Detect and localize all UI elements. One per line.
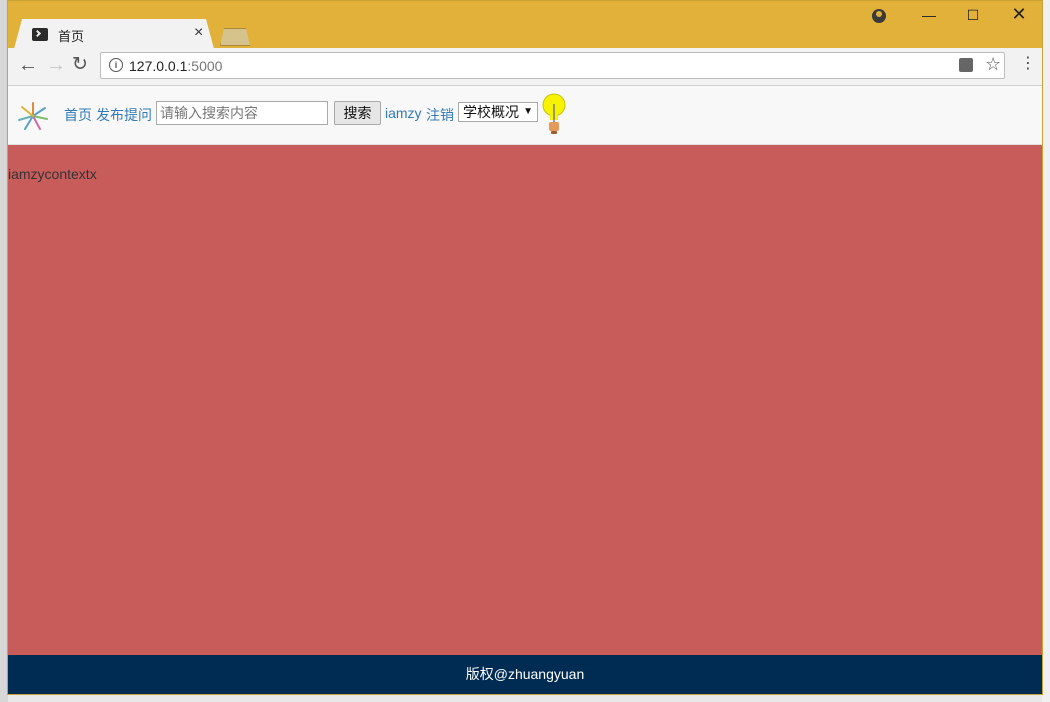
- school-overview-select[interactable]: 学校概况 ▼: [458, 102, 538, 122]
- browser-window: 首页 × — ☐ ✕ ← → ↻ i 127.0.0.1:5000 ☆ ⋮ 首页…: [7, 0, 1043, 695]
- dropdown-arrow-icon: ▼: [523, 106, 533, 117]
- forward-arrow-icon[interactable]: →: [46, 55, 66, 75]
- browser-toolbar: ← → ↻ i 127.0.0.1:5000 ☆ ⋮: [8, 48, 1042, 86]
- back-arrow-icon[interactable]: ←: [18, 55, 38, 75]
- main-text: iamzycontextx: [8, 166, 97, 182]
- nav-link-ask[interactable]: 发布提问: [96, 105, 152, 125]
- address-bar[interactable]: i 127.0.0.1:5000 ☆: [100, 52, 1005, 79]
- close-tab-icon[interactable]: ×: [194, 24, 203, 42]
- site-footer: 版权@zhuangyuan: [8, 655, 1042, 694]
- minimize-button[interactable]: —: [906, 7, 952, 23]
- translate-icon[interactable]: [959, 58, 973, 72]
- nav-link-user[interactable]: iamzy: [385, 105, 422, 121]
- page-content: 首页 发布提问 搜索 iamzy 注销 学校概况 ▼ iamzycontextx…: [8, 86, 1042, 694]
- search-input[interactable]: [156, 101, 328, 125]
- copyright-text: 版权@zhuangyuan: [465, 666, 585, 682]
- close-window-button[interactable]: ✕: [996, 4, 1042, 25]
- info-icon[interactable]: i: [109, 58, 123, 72]
- desktop-background-right: [1042, 0, 1050, 702]
- tab-title: 首页: [58, 29, 85, 44]
- site-logo-icon[interactable]: [16, 100, 50, 132]
- url-port: :5000: [187, 58, 223, 74]
- url-text: 127.0.0.1:5000: [129, 58, 222, 74]
- light-bulb-icon[interactable]: [541, 92, 567, 136]
- nav-link-logout[interactable]: 注销: [426, 105, 454, 125]
- reload-icon[interactable]: ↻: [72, 55, 88, 75]
- title-bar: 首页 × — ☐ ✕: [8, 1, 1042, 49]
- bookmark-star-icon[interactable]: ☆: [985, 54, 1001, 75]
- new-tab-button[interactable]: [220, 28, 250, 46]
- site-navbar: 首页 发布提问 搜索 iamzy 注销 学校概况 ▼: [8, 86, 1042, 145]
- browser-menu-icon[interactable]: ⋮: [1020, 56, 1036, 72]
- nav-link-home[interactable]: 首页: [64, 105, 92, 125]
- maximize-button[interactable]: ☐: [950, 7, 996, 24]
- terminal-favicon-icon: [32, 28, 48, 41]
- browser-tab[interactable]: 首页 ×: [14, 19, 214, 49]
- account-icon[interactable]: [872, 9, 886, 23]
- url-host: 127.0.0.1: [129, 58, 188, 74]
- select-value: 学校概况: [463, 104, 519, 120]
- search-button[interactable]: 搜索: [334, 101, 381, 125]
